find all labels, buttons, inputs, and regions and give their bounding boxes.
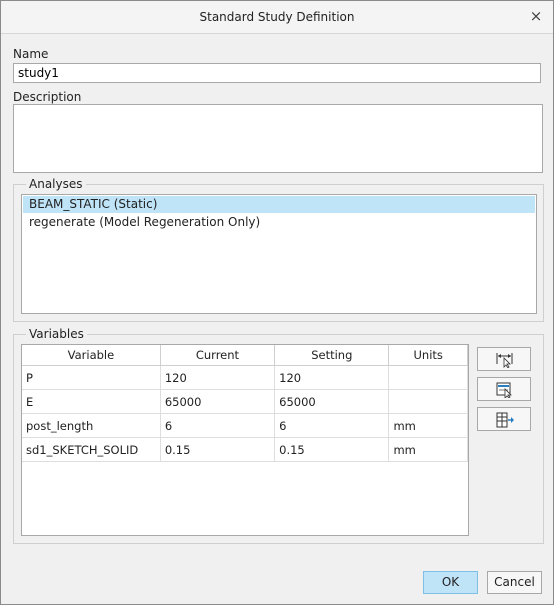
name-input[interactable] <box>13 63 541 83</box>
cell-setting[interactable]: 6 <box>274 413 390 438</box>
cell-current: 120 <box>160 365 276 390</box>
column-header-setting[interactable]: Setting <box>274 345 390 366</box>
variables-table-container: Variable Current Setting Units P 120 120… <box>21 344 469 536</box>
table-row[interactable]: E 65000 65000 <box>22 389 468 414</box>
cell-units <box>388 365 468 390</box>
dialog-title: Standard Study Definition <box>199 10 355 24</box>
cancel-button[interactable]: Cancel <box>487 571 542 594</box>
analyses-list[interactable]: BEAM_STATIC (Static) regenerate (Model R… <box>21 194 537 314</box>
add-variable-button[interactable] <box>477 407 531 431</box>
table-row[interactable]: sd1_SKETCH_SOLID 0.15 0.15 mm <box>22 437 468 462</box>
cell-variable: post_length <box>22 413 161 438</box>
column-header-units[interactable]: Units <box>388 345 468 366</box>
column-header-variable[interactable]: Variable <box>22 345 161 366</box>
ok-button[interactable]: OK <box>423 571 478 594</box>
column-header-current[interactable]: Current <box>160 345 276 366</box>
cell-current: 65000 <box>160 389 276 414</box>
cell-variable: E <box>22 389 161 414</box>
cell-current: 0.15 <box>160 437 276 462</box>
cell-units: mm <box>388 413 468 438</box>
table-row[interactable]: post_length 6 6 mm <box>22 413 468 438</box>
table-header-row: Variable Current Setting Units <box>22 345 468 366</box>
variables-table: Variable Current Setting Units P 120 120… <box>22 345 468 462</box>
select-dimension-icon <box>496 353 513 368</box>
description-textarea[interactable] <box>13 104 543 173</box>
analyses-legend: Analyses <box>26 177 86 191</box>
cell-setting[interactable]: 0.15 <box>274 437 390 462</box>
select-dimension-button[interactable] <box>477 347 531 371</box>
study-definition-dialog: Standard Study Definition × Name Descrip… <box>0 0 554 605</box>
title-bar: Standard Study Definition × <box>1 1 553 34</box>
analysis-item-beam-static[interactable]: BEAM_STATIC (Static) <box>23 196 535 213</box>
table-row[interactable]: P 120 120 <box>22 365 468 390</box>
analysis-item-regenerate[interactable]: regenerate (Model Regeneration Only) <box>23 214 535 231</box>
cell-units <box>388 389 468 414</box>
close-icon[interactable]: × <box>527 7 545 25</box>
cell-current: 6 <box>160 413 276 438</box>
cell-variable: sd1_SKETCH_SOLID <box>22 437 161 462</box>
variables-legend: Variables <box>26 327 87 341</box>
add-variable-icon <box>496 412 514 428</box>
cell-setting[interactable]: 65000 <box>274 389 390 414</box>
description-label: Description <box>13 90 82 104</box>
cell-units: mm <box>388 437 468 462</box>
cell-setting[interactable]: 120 <box>274 365 390 390</box>
cell-variable: P <box>22 365 161 390</box>
name-label: Name <box>13 47 49 61</box>
select-from-model-button[interactable] <box>477 377 531 401</box>
select-from-model-icon <box>496 382 512 398</box>
